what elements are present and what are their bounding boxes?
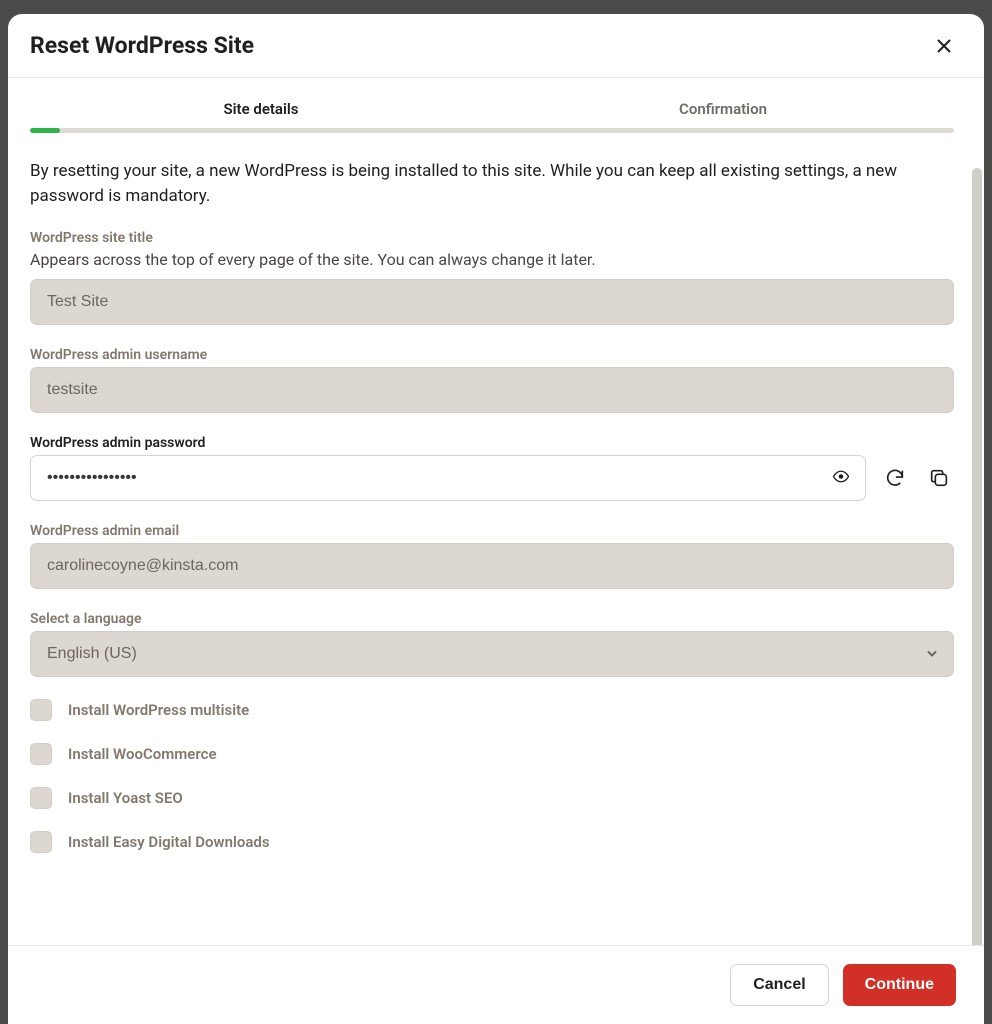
toggle-password-visibility-button[interactable] (828, 464, 854, 493)
step-site-details[interactable]: Site details (30, 100, 492, 128)
site-title-input[interactable] (30, 279, 954, 325)
field-admin-email: WordPress admin email (30, 523, 954, 589)
modal-body: Site details Confirmation By resetting y… (8, 78, 984, 945)
refresh-icon (884, 467, 906, 489)
edd-checkbox[interactable] (30, 831, 52, 853)
regenerate-password-button[interactable] (880, 463, 910, 493)
progress-fill (30, 128, 60, 133)
edd-label: Install Easy Digital Downloads (68, 833, 270, 851)
admin-password-input[interactable] (30, 455, 866, 501)
admin-username-input[interactable] (30, 367, 954, 413)
progress-track (30, 128, 954, 133)
reset-wordpress-modal: Reset WordPress Site Site details Confir… (8, 14, 984, 1024)
checkbox-yoast: Install Yoast SEO (30, 787, 954, 809)
admin-username-label: WordPress admin username (30, 347, 954, 363)
cancel-button[interactable]: Cancel (730, 964, 828, 1006)
multisite-label: Install WordPress multisite (68, 701, 249, 719)
multisite-checkbox[interactable] (30, 699, 52, 721)
intro-text: By resetting your site, a new WordPress … (30, 159, 954, 208)
language-select[interactable] (30, 631, 954, 677)
admin-password-label: WordPress admin password (30, 435, 954, 451)
language-label: Select a language (30, 611, 954, 627)
site-title-hint: Appears across the top of every page of … (30, 250, 954, 269)
eye-icon (832, 468, 850, 486)
yoast-label: Install Yoast SEO (68, 789, 183, 807)
field-language: Select a language (30, 611, 954, 677)
checkbox-edd: Install Easy Digital Downloads (30, 831, 954, 853)
woocommerce-checkbox[interactable] (30, 743, 52, 765)
scrollbar-thumb[interactable] (972, 168, 982, 945)
stepper: Site details Confirmation (30, 100, 954, 128)
field-admin-password: WordPress admin password (30, 435, 954, 501)
site-title-label: WordPress site title (30, 230, 954, 246)
close-button[interactable] (932, 34, 956, 58)
step-confirmation[interactable]: Confirmation (492, 100, 954, 128)
admin-email-label: WordPress admin email (30, 523, 954, 539)
checkbox-woocommerce: Install WooCommerce (30, 743, 954, 765)
field-site-title: WordPress site title Appears across the … (30, 230, 954, 325)
modal-header: Reset WordPress Site (8, 14, 984, 78)
copy-password-button[interactable] (924, 463, 954, 493)
admin-email-input[interactable] (30, 543, 954, 589)
continue-button[interactable]: Continue (843, 964, 956, 1006)
modal-title: Reset WordPress Site (30, 32, 254, 59)
modal-footer: Cancel Continue (8, 945, 984, 1024)
field-admin-username: WordPress admin username (30, 347, 954, 413)
yoast-checkbox[interactable] (30, 787, 52, 809)
woocommerce-label: Install WooCommerce (68, 745, 217, 763)
copy-icon (928, 467, 950, 489)
close-icon (936, 38, 952, 54)
checkbox-multisite: Install WordPress multisite (30, 699, 954, 721)
